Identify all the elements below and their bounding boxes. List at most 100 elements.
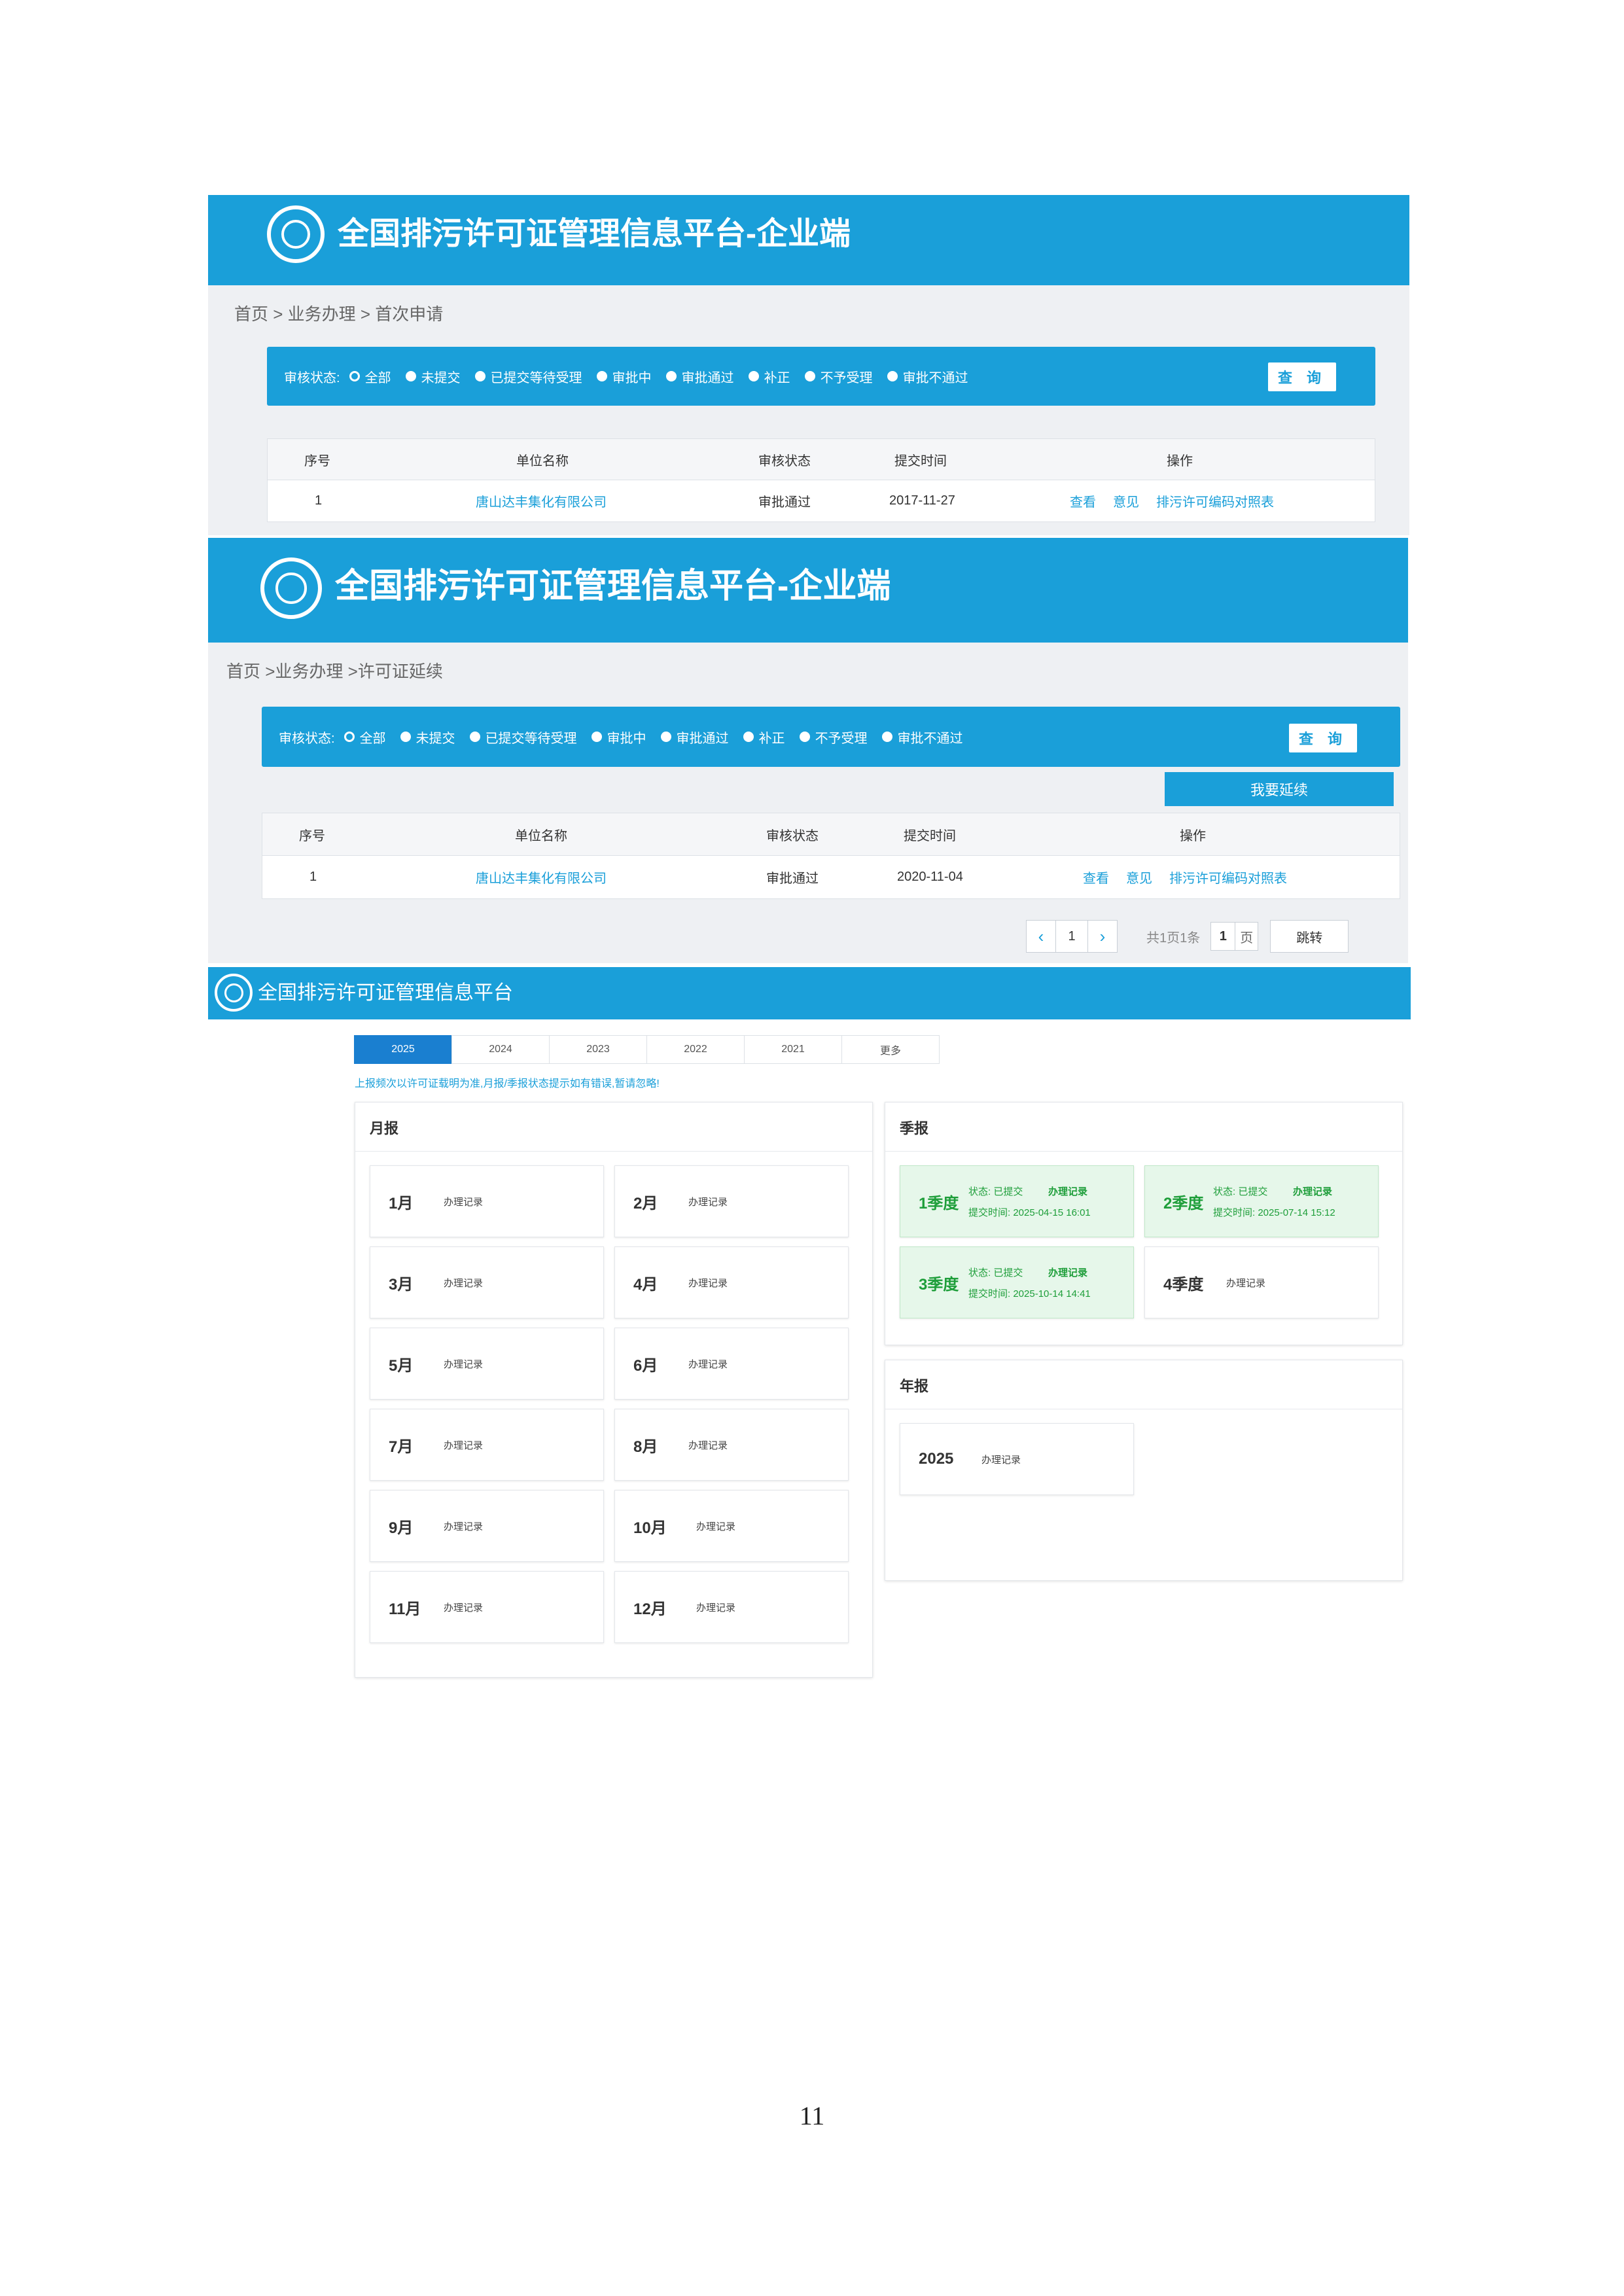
company-link[interactable]: 唐山达丰集化有限公司 (476, 480, 607, 521)
page-number-button[interactable]: 1 (1055, 920, 1088, 953)
month-card[interactable]: 12月 办理记录 (614, 1571, 849, 1643)
tab-2021[interactable]: 2021 (744, 1035, 842, 1064)
filter-option-rejected[interactable]: 不予受理 (804, 367, 873, 386)
record-link[interactable]: 办理记录 (696, 1491, 735, 1561)
company-link[interactable]: 唐山达丰集化有限公司 (476, 855, 607, 898)
filter-option-not-approved[interactable]: 审批不通过 (887, 367, 968, 386)
goto-page-input[interactable]: 1 (1210, 922, 1236, 951)
platform-title: 全国排污许可证管理信息平台 (258, 982, 513, 1004)
record-link[interactable]: 办理记录 (688, 1166, 728, 1237)
month-card[interactable]: 1月 办理记录 (370, 1165, 604, 1237)
tab-2022[interactable]: 2022 (646, 1035, 745, 1064)
tab-2024[interactable]: 2024 (451, 1035, 550, 1064)
radio-icon (881, 732, 892, 742)
query-button[interactable]: 查 询 (1268, 362, 1336, 391)
filter-option-approved[interactable]: 审批通过 (660, 728, 729, 747)
row-date: 2017-11-27 (889, 493, 955, 508)
goto-button[interactable]: 跳转 (1270, 920, 1349, 953)
record-link[interactable]: 办理记录 (444, 1166, 483, 1237)
row-status: 审批通过 (766, 871, 819, 886)
pagination: ‹ 1 › 共1页1条 1 页 跳转 (1026, 920, 1349, 953)
filter-option-pending[interactable]: 已提交等待受理 (474, 367, 582, 386)
renew-button[interactable]: 我要延续 (1165, 772, 1394, 806)
filter-option-correction[interactable]: 补正 (748, 367, 790, 386)
tab-2023[interactable]: 2023 (549, 1035, 647, 1064)
code-table-link[interactable]: 排污许可编码对照表 (1169, 855, 1287, 898)
quarter-card[interactable]: 3季度 状态: 已提交 办理记录 提交时间: 2025-10-14 14:41 (900, 1246, 1134, 1318)
filter-option-not-approved[interactable]: 审批不通过 (881, 728, 963, 747)
month-card[interactable]: 5月 办理记录 (370, 1328, 604, 1400)
radio-icon (665, 371, 677, 381)
record-link[interactable]: 办理记录 (444, 1409, 483, 1480)
month-card[interactable]: 4月 办理记录 (614, 1246, 849, 1318)
filter-option-approved[interactable]: 审批通过 (665, 367, 734, 386)
month-card[interactable]: 3月 办理记录 (370, 1246, 604, 1318)
row-date: 2020-11-04 (897, 869, 963, 884)
month-card[interactable]: 9月 办理记录 (370, 1490, 604, 1562)
view-link[interactable]: 查看 (1070, 480, 1096, 521)
header-company: 单位名称 (515, 828, 567, 843)
code-table-link[interactable]: 排污许可编码对照表 (1156, 480, 1274, 521)
radio-icon (469, 732, 480, 742)
month-card[interactable]: 2月 办理记录 (614, 1165, 849, 1237)
header-status: 审核状态 (758, 453, 811, 468)
record-link[interactable]: 办理记录 (688, 1247, 728, 1318)
radio-icon (799, 732, 810, 742)
month-card[interactable]: 6月 办理记录 (614, 1328, 849, 1400)
record-link[interactable]: 办理记录 (1293, 1184, 1332, 1198)
record-link[interactable]: 办理记录 (1048, 1265, 1087, 1279)
record-link[interactable]: 办理记录 (444, 1491, 483, 1561)
filter-option-rejected[interactable]: 不予受理 (799, 728, 868, 747)
filter-option-correction[interactable]: 补正 (743, 728, 785, 747)
record-link[interactable]: 办理记录 (444, 1328, 483, 1399)
filter-option-unsubmitted[interactable]: 未提交 (400, 728, 455, 747)
tab-more[interactable]: 更多 (841, 1035, 940, 1064)
next-page-icon[interactable]: › (1087, 920, 1118, 953)
quarter-submit-time: 提交时间: 2025-04-15 16:01 (968, 1207, 1091, 1218)
month-card[interactable]: 10月 办理记录 (614, 1490, 849, 1562)
record-link[interactable]: 办理记录 (696, 1572, 735, 1642)
month-card[interactable]: 11月 办理记录 (370, 1571, 604, 1643)
record-link[interactable]: 办理记录 (688, 1328, 728, 1399)
filter-option-pending[interactable]: 已提交等待受理 (469, 728, 577, 747)
prev-page-icon[interactable]: ‹ (1026, 920, 1056, 953)
filter-option-reviewing[interactable]: 审批中 (596, 367, 652, 386)
month-card[interactable]: 7月 办理记录 (370, 1409, 604, 1481)
month-card[interactable]: 8月 办理记录 (614, 1409, 849, 1481)
panel-title: 季报 (900, 1120, 929, 1137)
radio-icon (591, 732, 602, 742)
filter-option-all[interactable]: 全部 (344, 728, 386, 747)
record-link[interactable]: 办理记录 (688, 1409, 728, 1480)
status-filter-bar: 审核状态: 全部 未提交 已提交等待受理 审批中 审批通过 补正 不予受理 审批… (267, 347, 1375, 406)
record-link[interactable]: 办理记录 (1048, 1184, 1087, 1198)
filter-option-unsubmitted[interactable]: 未提交 (405, 367, 461, 386)
record-link[interactable]: 办理记录 (1226, 1247, 1265, 1318)
breadcrumb: 首页 > 业务办理 > 首次申请 (234, 304, 444, 324)
application-table: 序号 单位名称 审核状态 提交时间 操作 1 唐山达丰集化有限公司 审批通过 2… (267, 438, 1375, 522)
platform-title: 全国排污许可证管理信息平台-企业端 (335, 567, 891, 605)
view-link[interactable]: 查看 (1083, 855, 1109, 898)
record-link[interactable]: 办理记录 (444, 1247, 483, 1318)
filter-option-all[interactable]: 全部 (349, 367, 391, 386)
radio-icon (405, 371, 416, 381)
row-status: 审批通过 (758, 495, 811, 510)
year-card[interactable]: 2025 办理记录 (900, 1423, 1134, 1495)
record-link[interactable]: 办理记录 (981, 1424, 1021, 1494)
header-date: 提交时间 (904, 828, 956, 843)
radio-icon (400, 732, 411, 742)
screenshot-first-application: 全国排污许可证管理信息平台-企业端 首页 > 业务办理 > 首次申请 审核状态:… (208, 195, 1409, 535)
opinion-link[interactable]: 意见 (1113, 480, 1139, 521)
quarter-submit-time: 提交时间: 2025-07-14 15:12 (1213, 1207, 1335, 1218)
quarter-card[interactable]: 1季度 状态: 已提交 办理记录 提交时间: 2025-04-15 16:01 (900, 1165, 1134, 1237)
filter-label: 审核状态: (279, 731, 335, 746)
goto-page-unit: 页 (1235, 922, 1259, 951)
filter-option-reviewing[interactable]: 审批中 (591, 728, 646, 747)
logo-icon (267, 205, 325, 263)
tab-2025[interactable]: 2025 (354, 1035, 452, 1064)
quarter-card[interactable]: 4季度 办理记录 (1144, 1246, 1379, 1318)
query-button[interactable]: 查 询 (1289, 724, 1357, 752)
opinion-link[interactable]: 意见 (1126, 855, 1152, 898)
radio-icon (804, 371, 815, 381)
quarter-card[interactable]: 2季度 状态: 已提交 办理记录 提交时间: 2025-07-14 15:12 (1144, 1165, 1379, 1237)
record-link[interactable]: 办理记录 (444, 1572, 483, 1642)
